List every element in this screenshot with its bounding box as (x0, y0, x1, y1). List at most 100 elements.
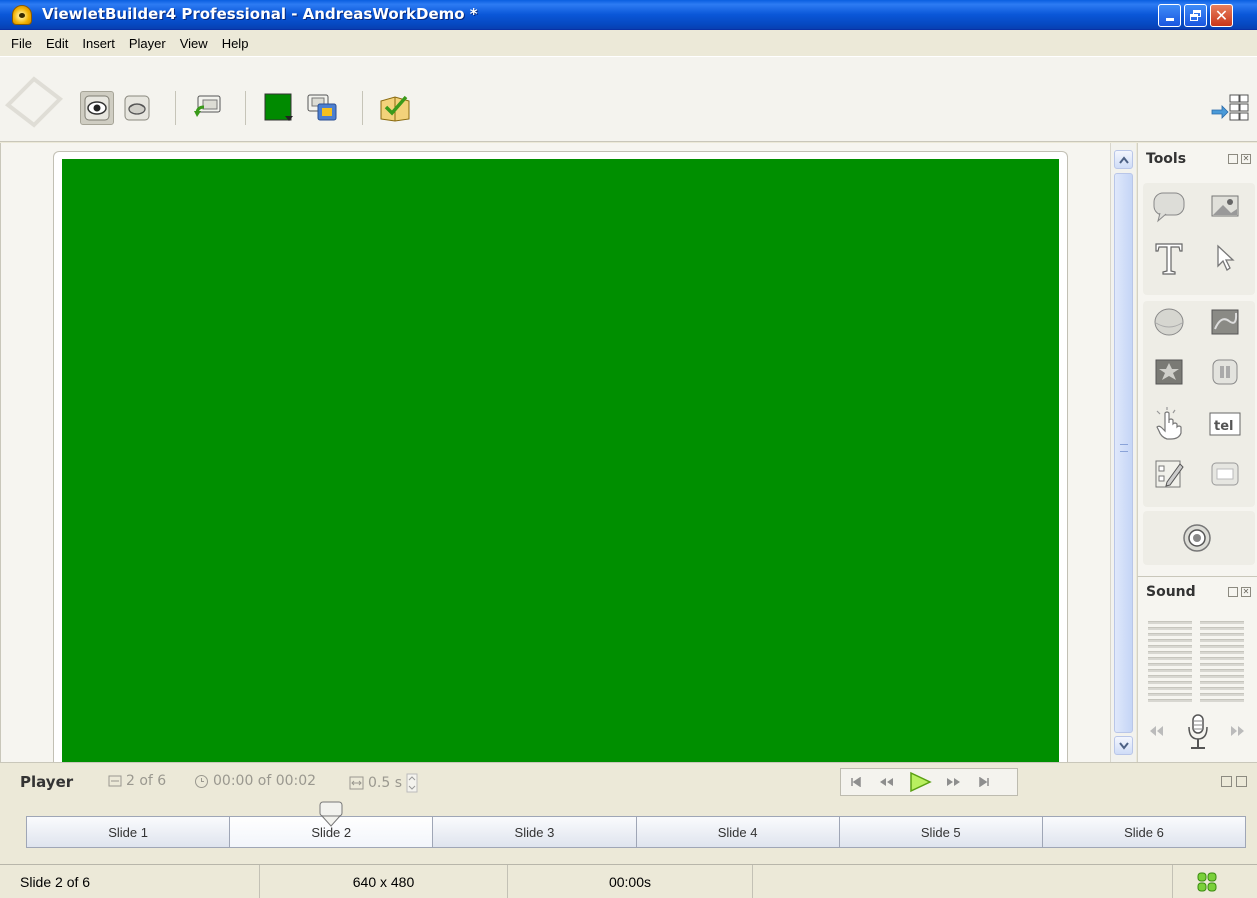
cursor-tool[interactable] (1206, 239, 1244, 277)
fast-forward-button[interactable] (939, 769, 969, 795)
scroll-grip-icon (1120, 444, 1128, 452)
lens-button[interactable] (120, 91, 154, 125)
slide-timeline: Slide 1 Slide 2 Slide 3 Slide 4 Slide 5 … (0, 800, 1257, 864)
tools-panel: Tools ✕ tel (1137, 143, 1257, 576)
last-icon (979, 777, 989, 787)
image-tool[interactable] (1206, 187, 1244, 225)
playhead-marker-icon[interactable] (318, 800, 344, 830)
callout-tool[interactable] (1150, 187, 1188, 225)
shape-tool[interactable] (1150, 303, 1188, 341)
menu-player[interactable]: Player (122, 36, 173, 51)
background-color-button[interactable] (262, 91, 296, 125)
picture-tool[interactable] (1206, 303, 1244, 341)
microphone-button[interactable] (1186, 713, 1210, 757)
play-icon (910, 771, 932, 793)
time-display: 00:00 of 00:02 (194, 773, 316, 789)
close-icon: ✕ (1214, 5, 1229, 25)
dialog-tool[interactable] (1206, 455, 1244, 493)
sound-panel: Sound ✕ (1137, 576, 1257, 762)
dock-icon[interactable] (1221, 776, 1232, 787)
text-tool[interactable] (1150, 239, 1188, 277)
player-panel-controls (1221, 776, 1247, 787)
slide-icon (108, 775, 122, 787)
dock-icon[interactable] (1228, 587, 1238, 597)
tools-panel-title: Tools (1146, 151, 1187, 167)
status-empty (753, 865, 1173, 898)
record-tool[interactable] (1178, 519, 1216, 557)
publish-button[interactable] (378, 91, 412, 125)
minimize-button[interactable] (1158, 4, 1181, 27)
slide-tab-3[interactable]: Slide 3 (433, 817, 637, 847)
vertical-scrollbar[interactable] (1110, 143, 1136, 762)
title-bar[interactable]: ViewletBuilder4 Professional - AndreasWo… (0, 0, 1257, 30)
chevron-down-icon (1118, 741, 1129, 750)
hand-click-tool[interactable] (1150, 405, 1188, 443)
playback-controls (840, 768, 1018, 796)
sound-forward-button[interactable] (1230, 725, 1246, 741)
svg-text:tel: tel (1214, 419, 1234, 434)
publish-icon (380, 95, 410, 122)
close-icon[interactable]: ✕ (1241, 587, 1251, 597)
rewind-icon (880, 778, 893, 786)
import-slide-icon (194, 95, 221, 117)
slide-editor-area[interactable] (0, 143, 1110, 762)
quiz-tool[interactable] (1150, 455, 1188, 493)
first-slide-button[interactable] (841, 769, 871, 795)
slide-strip: Slide 1 Slide 2 Slide 3 Slide 4 Slide 5 … (26, 816, 1246, 848)
import-slide-button[interactable] (192, 91, 226, 125)
close-icon[interactable]: ✕ (1241, 154, 1251, 164)
pause-tool[interactable] (1206, 353, 1244, 391)
eye-icon (84, 95, 110, 121)
slide-tab-5[interactable]: Slide 5 (839, 817, 1043, 847)
slide-canvas[interactable] (62, 159, 1059, 762)
callout-icon (1153, 192, 1185, 223)
close-icon[interactable] (1236, 776, 1247, 787)
microphone-icon (1188, 714, 1208, 749)
app-icon (12, 5, 32, 25)
scroll-thumb[interactable] (1114, 173, 1133, 733)
flash-tool[interactable] (1150, 353, 1188, 391)
background-color-icon (264, 93, 293, 121)
close-button[interactable]: ✕ (1210, 4, 1233, 27)
fast-forward-icon (1231, 726, 1244, 736)
last-slide-button[interactable] (969, 769, 999, 795)
transition-duration[interactable]: 0.5 s (349, 773, 418, 793)
copy-slide-button[interactable] (305, 91, 339, 125)
eye-button[interactable] (80, 91, 114, 125)
restore-button[interactable] (1184, 4, 1207, 27)
flash-icon (1155, 359, 1183, 385)
slide-counter-text: 2 of 6 (126, 773, 167, 789)
record-icon (1183, 524, 1211, 552)
menu-bar: File Edit Insert Player View Help (0, 30, 1257, 56)
player-bar: Player 2 of 6 00:00 of 00:02 0.5 s (0, 762, 1257, 800)
first-icon (851, 777, 861, 787)
slide-tab-6[interactable]: Slide 6 (1042, 817, 1246, 847)
status-slide: Slide 2 of 6 (0, 865, 260, 898)
slide-tab-4[interactable]: Slide 4 (636, 817, 840, 847)
scroll-up-button[interactable] (1114, 150, 1133, 169)
hand-click-icon (1156, 407, 1182, 440)
play-button[interactable] (901, 769, 939, 795)
menu-edit[interactable]: Edit (39, 36, 75, 51)
time-text: 00:00 of 00:02 (213, 773, 317, 789)
menu-help[interactable]: Help (215, 36, 256, 51)
rewind-button[interactable] (871, 769, 901, 795)
dock-icon[interactable] (1228, 154, 1238, 164)
shape-icon (1154, 308, 1184, 336)
scroll-down-button[interactable] (1114, 736, 1133, 755)
layout-switch-button[interactable] (1208, 91, 1252, 125)
rewind-icon (1150, 726, 1163, 736)
text-field-tool[interactable]: tel (1206, 405, 1244, 443)
spinner-icon[interactable] (406, 773, 418, 793)
image-icon (1211, 195, 1239, 217)
dialog-icon (1211, 462, 1239, 486)
window-title: ViewletBuilder4 Professional - AndreasWo… (42, 5, 478, 23)
grid-icon[interactable] (1196, 871, 1218, 893)
menu-view[interactable]: View (173, 36, 215, 51)
slide-tab-1[interactable]: Slide 1 (27, 817, 231, 847)
cursor-icon (1217, 244, 1235, 271)
chevron-up-icon (1118, 155, 1129, 164)
menu-insert[interactable]: Insert (75, 36, 122, 51)
menu-file[interactable]: File (4, 36, 39, 51)
sound-rewind-button[interactable] (1148, 725, 1164, 741)
